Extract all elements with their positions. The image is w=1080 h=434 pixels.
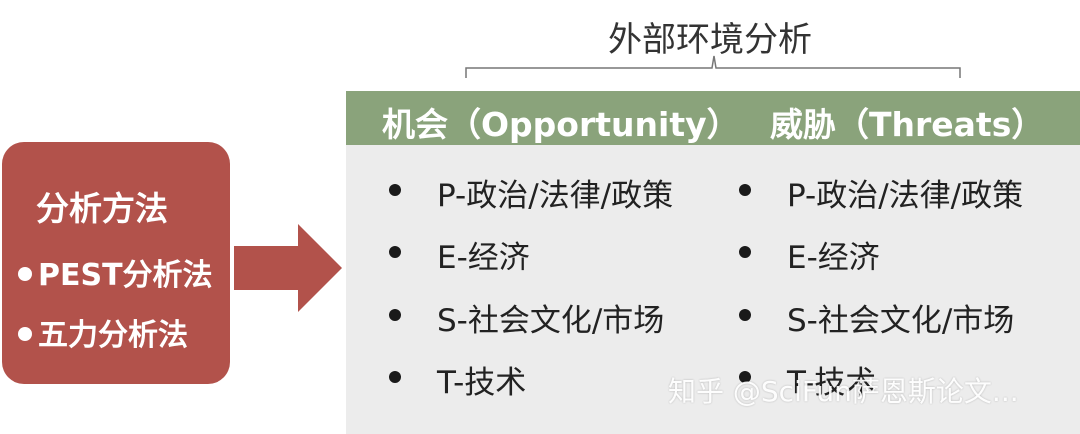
method-box-title: 分析方法 bbox=[36, 189, 168, 228]
method-box: 分析方法 PEST分析法 五力分析法 bbox=[2, 142, 230, 384]
threat-factor-political: P-政治/法律/政策 bbox=[787, 178, 1024, 214]
threat-factor-economic: E-经济 bbox=[787, 240, 880, 276]
bullet-icon bbox=[739, 184, 751, 196]
opportunity-factor-political: P-政治/法律/政策 bbox=[437, 178, 674, 214]
method-item-pest: PEST分析法 bbox=[18, 250, 213, 294]
bullet-icon bbox=[389, 309, 401, 321]
bullet-icon bbox=[389, 371, 401, 383]
opportunity-factor-economic: E-经济 bbox=[437, 240, 530, 276]
watermark: 知乎 @SciFun萨恩斯论文... bbox=[668, 375, 1019, 408]
column-header-threats: 威胁（Threats） bbox=[770, 105, 1045, 144]
bullet-icon bbox=[739, 246, 751, 258]
method-item-label: 五力分析法 bbox=[38, 318, 188, 353]
opportunity-factor-social: S-社会文化/市场 bbox=[437, 303, 665, 339]
bullet-icon bbox=[389, 246, 401, 258]
bullet-icon bbox=[18, 326, 32, 341]
threat-factor-social: S-社会文化/市场 bbox=[787, 303, 1015, 339]
bullet-icon bbox=[389, 184, 401, 196]
column-header-opportunity: 机会（Opportunity） bbox=[382, 105, 740, 144]
opportunity-factor-technology: T-技术 bbox=[437, 365, 527, 401]
top-bracket bbox=[465, 55, 961, 78]
method-item-five-forces: 五力分析法 bbox=[18, 310, 188, 354]
arrow-right-icon bbox=[234, 224, 342, 312]
bullet-icon bbox=[18, 266, 32, 281]
bullet-icon bbox=[739, 309, 751, 321]
method-item-label: PEST分析法 bbox=[38, 258, 213, 293]
